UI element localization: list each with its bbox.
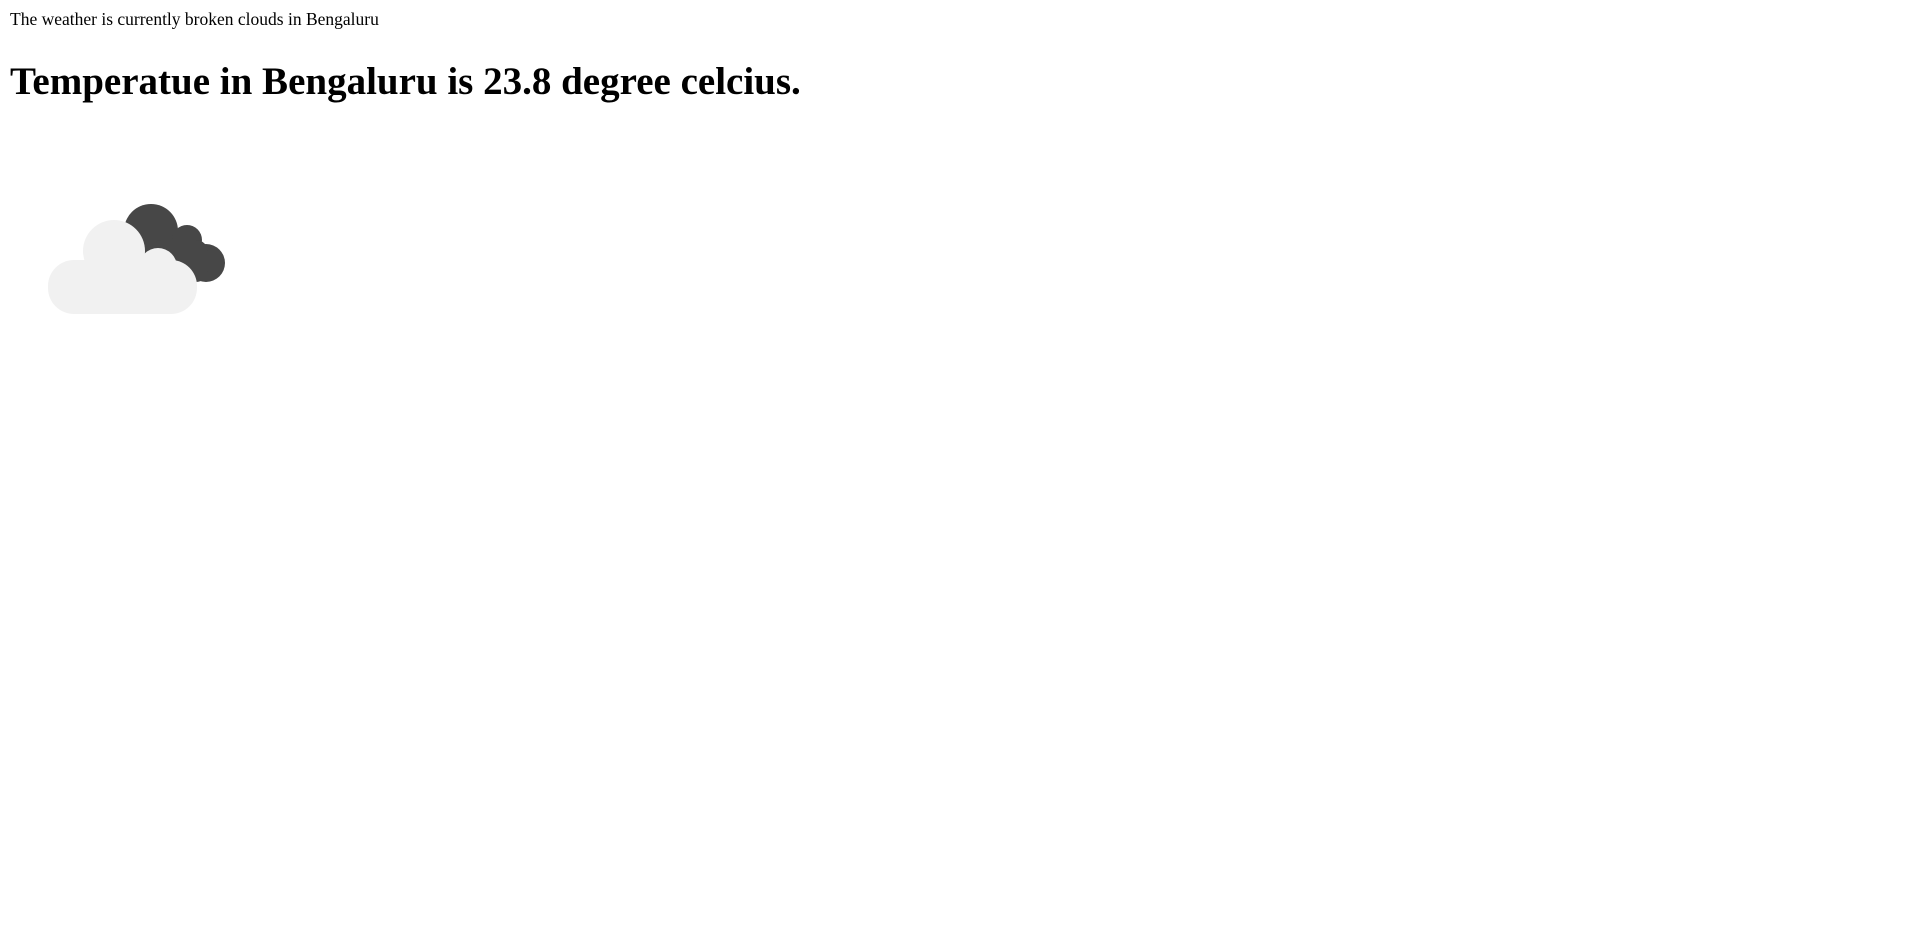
weather-description: The weather is currently broken clouds i…: [10, 9, 379, 29]
broken-clouds-icon: [48, 204, 225, 314]
temperature-heading: Temperatue in Bengaluru is 23.8 degree c…: [10, 60, 801, 103]
weather-page: The weather is currently broken clouds i…: [0, 0, 1920, 931]
